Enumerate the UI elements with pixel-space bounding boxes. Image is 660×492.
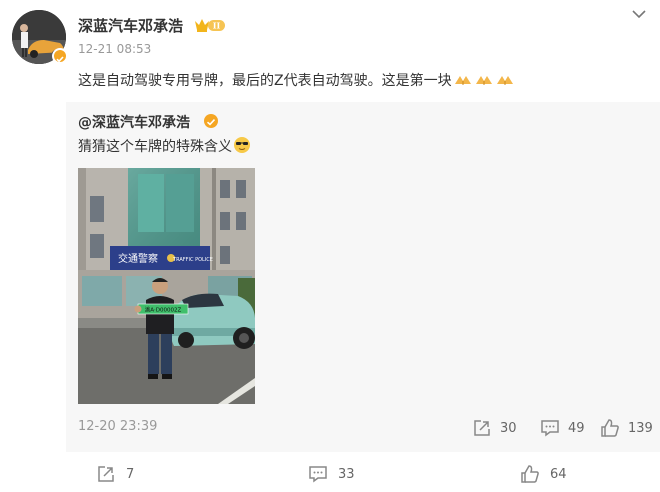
original-comment-count: 49	[568, 420, 585, 436]
thumbs-up-icon	[521, 465, 539, 483]
comment-icon	[541, 420, 559, 437]
praying-hands-emoji-icon	[454, 76, 471, 85]
sunglasses-emoji-icon	[234, 137, 250, 153]
comment-icon	[309, 466, 327, 483]
author-name[interactable]: 深蓝汽车邓承浩	[78, 15, 183, 36]
original-share-button[interactable]: 30	[472, 417, 517, 439]
building-sign-en-text: TRAFFIC POLICE	[172, 257, 213, 263]
repost-card[interactable]: @深蓝汽车邓承浩 猜猜这个车牌的特殊含义 交通警察 TRAFFIC POLICE…	[66, 102, 660, 452]
share-button[interactable]: 7	[96, 462, 134, 486]
original-post-text: 猜猜这个车牌的特殊含义	[78, 139, 232, 155]
level-badge-label: II	[213, 21, 221, 31]
verified-badge-icon	[204, 114, 218, 128]
post-photo[interactable]: 交通警察 TRAFFIC POLICE 渝A·D00002Z	[78, 168, 255, 404]
comment-button[interactable]: 33	[308, 462, 355, 486]
post-text: 这是自动驾驶专用号牌，最后的Z代表自动驾驶。这是第一块	[78, 73, 452, 89]
crown-level-icon[interactable]: II	[194, 16, 226, 34]
original-post-timestamp[interactable]: 12-20 23:39	[78, 419, 157, 434]
weibo-post: 深蓝汽车邓承浩 II 12-21 08:53 这是自动驾驶专用号牌，最后的Z代表…	[0, 0, 660, 492]
like-count: 64	[550, 466, 567, 482]
original-author-name[interactable]: @深蓝汽车邓承浩	[78, 112, 190, 132]
chevron-down-icon	[632, 10, 646, 19]
like-button[interactable]: 64	[520, 462, 567, 486]
post-action-bar: 7 33 64	[0, 460, 660, 488]
post-timestamp[interactable]: 12-21 08:53	[78, 42, 151, 56]
share-count: 7	[126, 466, 135, 482]
original-post-content: 猜猜这个车牌的特殊含义	[78, 136, 251, 156]
praying-hands-emoji-icon	[475, 76, 492, 85]
thumbs-up-icon	[601, 419, 619, 437]
praying-hands-emoji-icon	[496, 76, 513, 85]
share-icon	[98, 466, 114, 482]
more-menu-button[interactable]	[630, 6, 648, 20]
comment-count: 33	[338, 466, 355, 482]
original-like-button[interactable]: 139	[600, 417, 653, 439]
original-comment-button[interactable]: 49	[540, 417, 585, 439]
share-icon	[474, 420, 490, 436]
license-plate-text: 渝A·D00002Z	[145, 306, 182, 314]
original-like-count: 139	[628, 420, 653, 436]
post-content: 这是自动驾驶专用号牌，最后的Z代表自动驾驶。这是第一块	[78, 70, 515, 90]
verified-badge-icon	[52, 48, 68, 64]
original-share-count: 30	[500, 420, 517, 436]
building-sign-text: 交通警察	[118, 252, 158, 265]
